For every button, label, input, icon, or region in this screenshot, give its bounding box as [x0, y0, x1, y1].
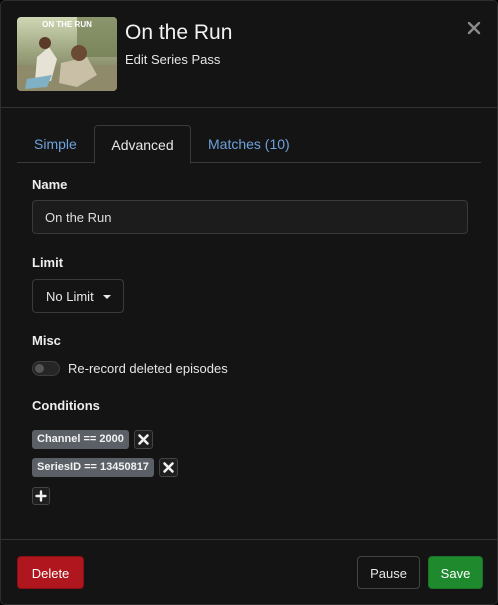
tab-advanced[interactable]: Advanced [94, 125, 191, 164]
page-title: On the Run [125, 21, 233, 44]
limit-dropdown[interactable]: No Limit [32, 279, 124, 313]
remove-icon [138, 434, 149, 445]
name-label: Name [32, 177, 68, 192]
tab-simple[interactable]: Simple [34, 125, 77, 163]
caret-down-icon [103, 295, 111, 299]
modal-header: ON THE RUN On the Run Edit Series Pass [1, 1, 497, 108]
edit-series-pass-modal: ON THE RUN On the Run Edit Series Pass S… [0, 0, 498, 605]
remove-condition-button[interactable] [159, 458, 178, 477]
series-thumbnail: ON THE RUN [17, 17, 117, 91]
rerecord-toggle[interactable] [32, 361, 60, 376]
name-input[interactable] [32, 200, 468, 234]
condition-badge-seriesid: SeriesID == 13450817 [32, 458, 154, 477]
remove-icon [163, 462, 174, 473]
limit-value: No Limit [46, 289, 94, 304]
misc-label: Misc [32, 333, 61, 348]
conditions-label: Conditions [32, 398, 100, 413]
add-condition-button[interactable] [32, 487, 50, 505]
limit-label: Limit [32, 255, 64, 270]
page-subtitle: Edit Series Pass [125, 52, 221, 67]
rerecord-label: Re-record deleted episodes [68, 361, 228, 376]
toggle-knob [35, 364, 44, 373]
thumbnail-title-text: ON THE RUN [42, 20, 92, 29]
footer-divider [1, 539, 497, 540]
tab-bar: Simple Advanced Matches (10) [17, 125, 481, 164]
remove-condition-button[interactable] [134, 430, 153, 449]
delete-button[interactable]: Delete [17, 556, 84, 589]
tab-matches[interactable]: Matches (10) [208, 125, 290, 163]
pause-button[interactable]: Pause [357, 556, 420, 589]
condition-badge-channel: Channel == 2000 [32, 430, 129, 449]
save-button[interactable]: Save [428, 556, 483, 589]
plus-icon [35, 490, 47, 502]
close-icon[interactable] [467, 21, 481, 35]
